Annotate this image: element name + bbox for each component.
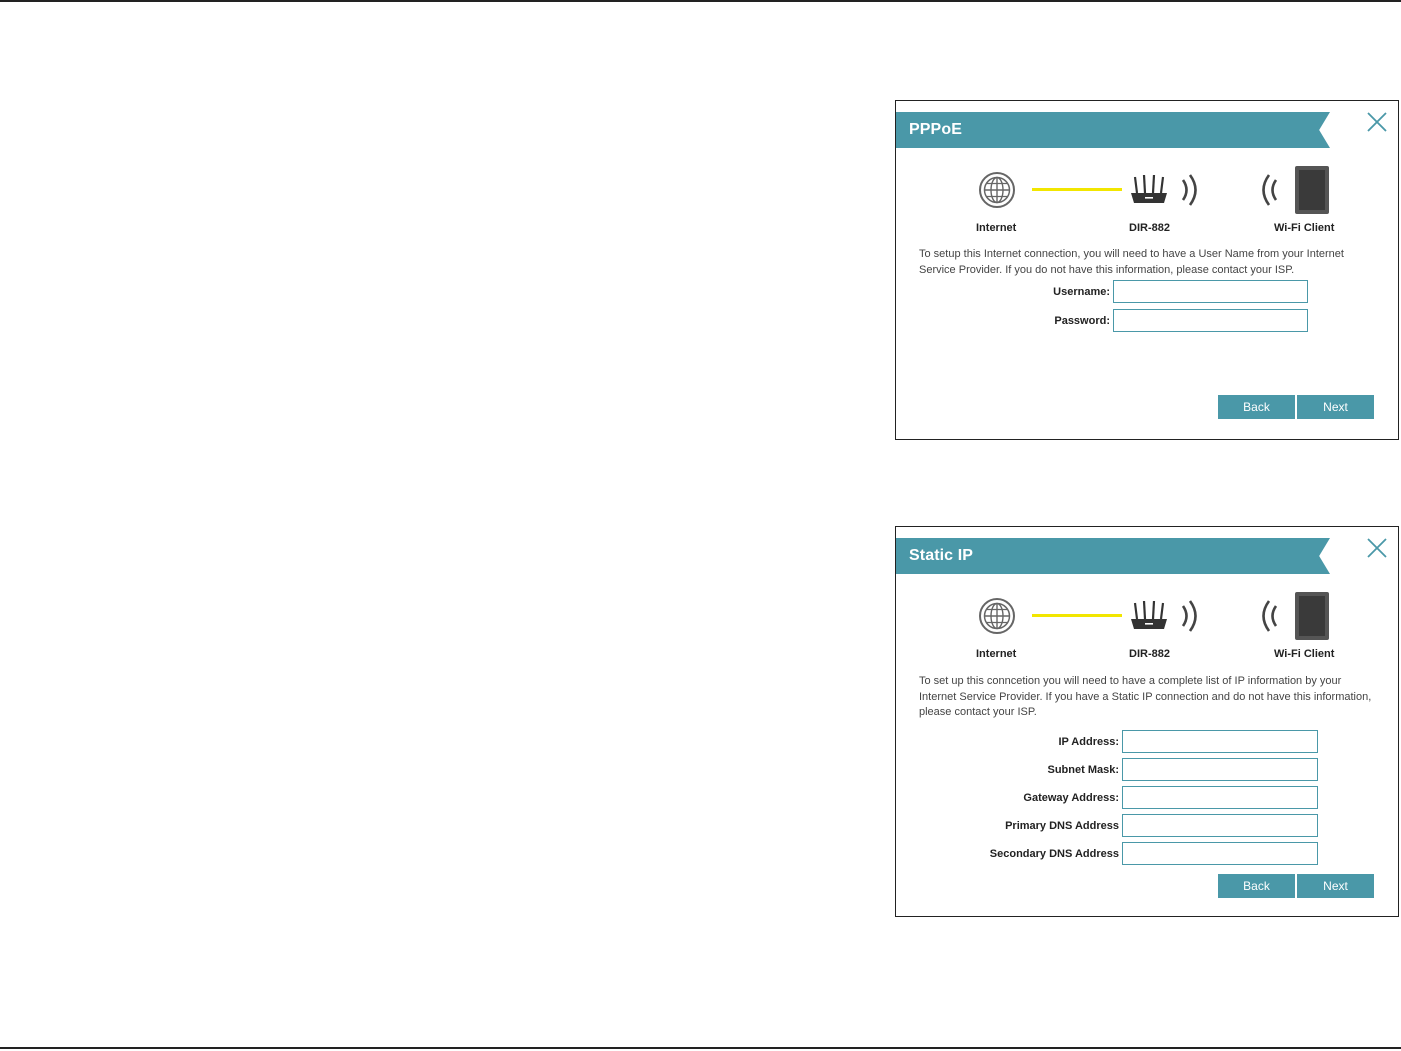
secondary-dns-field[interactable] (1122, 842, 1318, 865)
connection-line (1032, 188, 1122, 191)
connection-line (1032, 614, 1122, 617)
next-button[interactable]: Next (1297, 395, 1374, 419)
tablet-icon (1295, 166, 1329, 214)
globe-icon (979, 172, 1015, 208)
pppoe-dialog: PPPoE Internet DIR-882 Wi-Fi Client To s… (895, 100, 1399, 440)
primary-dns-field[interactable] (1122, 814, 1318, 837)
back-button[interactable]: Back (1218, 395, 1295, 419)
wifi-client-label: Wi-Fi Client (1274, 648, 1335, 660)
password-field[interactable] (1113, 309, 1308, 332)
password-label: Password: (1054, 315, 1110, 327)
wifi-signal-icon (1181, 600, 1197, 632)
secondary-dns-label: Secondary DNS Address (989, 848, 1119, 860)
back-button[interactable]: Back (1218, 874, 1295, 898)
ip-address-field[interactable] (1122, 730, 1318, 753)
globe-icon (979, 598, 1015, 634)
wifi-signal-icon (1262, 174, 1278, 206)
page-top-rule (0, 0, 1401, 2)
static-ip-dialog: Static IP Internet DIR-882 Wi-Fi Client … (895, 526, 1399, 917)
close-icon (1367, 112, 1387, 132)
wifi-client-label: Wi-Fi Client (1274, 222, 1335, 234)
description: To set up this conncetion you will need … (919, 675, 1372, 718)
description: To setup this Internet connection, you w… (919, 248, 1344, 276)
dialog-header: Static IP (896, 538, 1330, 574)
ip-address-label: IP Address: (1058, 736, 1119, 748)
gateway-address-label: Gateway Address: (1023, 792, 1119, 804)
router-icon (1131, 600, 1167, 629)
page-bottom-rule (0, 1047, 1401, 1049)
internet-label: Internet (976, 222, 1017, 234)
connection-diagram: Internet DIR-882 Wi-Fi Client (896, 165, 1398, 241)
username-label: Username: (1053, 286, 1110, 298)
subnet-mask-field[interactable] (1122, 758, 1318, 781)
dialog-header: PPPoE (896, 112, 1330, 148)
tablet-icon (1295, 592, 1329, 640)
dialog-title: Static IP (909, 547, 974, 564)
router-label: DIR-882 (1129, 648, 1170, 660)
router-icon (1131, 174, 1167, 203)
close-button[interactable] (1366, 537, 1388, 559)
router-label: DIR-882 (1129, 222, 1170, 234)
connection-diagram: Internet DIR-882 Wi-Fi Client (896, 591, 1398, 667)
subnet-mask-label: Subnet Mask: (1047, 764, 1119, 776)
next-button[interactable]: Next (1297, 874, 1374, 898)
primary-dns-label: Primary DNS Address (1005, 820, 1119, 832)
wifi-signal-icon (1181, 174, 1197, 206)
gateway-address-field[interactable] (1122, 786, 1318, 809)
username-field[interactable] (1113, 280, 1308, 303)
dialog-title: PPPoE (909, 121, 962, 138)
close-icon (1367, 538, 1387, 558)
internet-label: Internet (976, 648, 1017, 660)
close-button[interactable] (1366, 111, 1388, 133)
wifi-signal-icon (1262, 600, 1278, 632)
